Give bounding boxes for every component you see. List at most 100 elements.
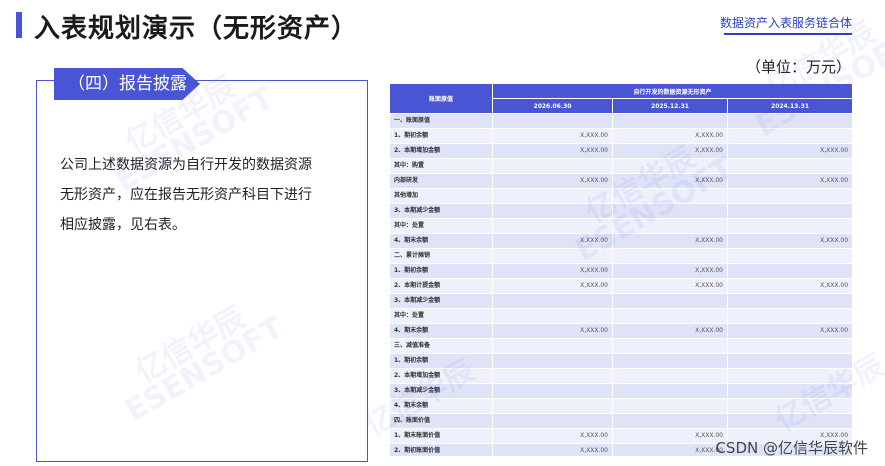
cell-value xyxy=(492,158,613,174)
cell-value xyxy=(612,308,728,324)
row-label: 其他增加 xyxy=(389,188,493,204)
cell-value xyxy=(612,398,728,414)
page-title: 入表规划演示（无形资产） xyxy=(34,14,359,44)
table-row: 内部研发 X,XXX.00 X,XXX.00 X,XXX.00 xyxy=(389,173,852,189)
row-label: 一、账面原值 xyxy=(389,113,493,129)
row-label: 2、期初账面价值 xyxy=(389,443,493,456)
cell-value xyxy=(612,158,728,174)
row-label: 3、本期减少金额 xyxy=(389,203,493,219)
paragraph-line: 无形资产，应在报告无形资产科目下进行 xyxy=(60,187,312,203)
cell-value xyxy=(612,203,728,219)
title-accent-bar xyxy=(16,12,22,38)
row-label: 二、累计摊销 xyxy=(389,248,493,264)
row-label: 1、期末账面价值 xyxy=(389,428,493,444)
cell-value xyxy=(612,218,728,234)
row-label: 其中：购置 xyxy=(389,158,493,174)
cell-value xyxy=(612,293,728,309)
cell-value: X,XXX.00 xyxy=(612,143,728,159)
row-label: 3、本期减少金额 xyxy=(389,293,493,309)
cell-value: X,XXX.00 xyxy=(492,443,613,456)
cell-value: X,XXX.00 xyxy=(492,323,613,339)
cell-value: X,XXX.00 xyxy=(492,143,613,159)
cell-value: X,XXX.00 xyxy=(492,278,613,294)
cell-value xyxy=(726,293,852,309)
brand-label: 数据资产入表服务链合体 xyxy=(719,16,852,30)
cell-value: X,XXX.00 xyxy=(612,173,728,189)
cell-value: X,XXX.00 xyxy=(492,263,613,279)
table-row: 2、本期计提金额 X,XXX.00 X,XXX.00 X,XXX.00 xyxy=(389,278,852,294)
table-row: 4、期末余额 X,XXX.00 X,XXX.00 X,XXX.00 xyxy=(389,233,852,249)
cell-value xyxy=(492,188,613,204)
column-header: 2026.06.30 xyxy=(492,98,613,114)
table-row: 1、期初余额 X,XXX.00 X,XXX.00 xyxy=(389,128,852,144)
cell-value: X,XXX.00 xyxy=(612,428,728,444)
table-row: 四、账面价值 xyxy=(389,413,852,429)
table-row: 二、累计摊销 xyxy=(389,248,852,264)
cell-value xyxy=(726,383,852,399)
paragraph-line: 公司上述数据资源为自行开发的数据资源 xyxy=(60,157,312,173)
cell-value xyxy=(726,368,852,384)
row-label: 其中：处置 xyxy=(389,218,493,234)
cell-value: X,XXX.00 xyxy=(726,323,852,339)
table-row: 三、减值准备 xyxy=(389,338,852,354)
row-label: 4、期末余额 xyxy=(389,323,493,339)
table-row: 3、本期减少金额 xyxy=(389,383,852,399)
row-label: 4、期末余额 xyxy=(389,233,493,249)
cell-value xyxy=(492,398,613,414)
row-label: 2、本期计提金额 xyxy=(389,278,493,294)
table-row: 其中：购置 xyxy=(389,158,852,174)
cell-value: X,XXX.00 xyxy=(612,128,728,144)
cell-value xyxy=(492,218,613,234)
disclosure-panel xyxy=(36,80,368,462)
cell-value xyxy=(726,188,852,204)
row-label: 内部研发 xyxy=(389,173,493,189)
column-header: 2024.13.31 xyxy=(726,98,852,114)
cell-value: X,XXX.00 xyxy=(492,233,613,249)
cell-value xyxy=(726,218,852,234)
table-row: 3、本期减少金额 xyxy=(389,293,852,309)
cell-value: X,XXX.00 xyxy=(492,128,613,144)
section-tag: （四）报告披露 xyxy=(54,68,200,100)
cell-value xyxy=(726,413,852,429)
cell-value xyxy=(612,368,728,384)
cell-value xyxy=(726,353,852,369)
table-row: 4、期末余额 X,XXX.00 X,XXX.00 X,XXX.00 xyxy=(389,323,852,339)
row-label: 2、本期增加金额 xyxy=(389,143,493,159)
cell-value xyxy=(492,368,613,384)
table-row: 其他增加 xyxy=(389,188,852,204)
cell-value xyxy=(492,383,613,399)
cell-value: X,XXX.00 xyxy=(612,443,728,456)
paragraph-line: 相应披露，见右表。 xyxy=(60,217,186,233)
cell-value xyxy=(612,248,728,264)
brand-underline xyxy=(724,33,852,35)
cell-value xyxy=(612,188,728,204)
csdn-credit: CSDN @亿信华辰软件 xyxy=(715,439,868,457)
cell-value xyxy=(726,398,852,414)
cell-value xyxy=(726,158,852,174)
cell-value xyxy=(492,113,613,129)
cell-value: X,XXX.00 xyxy=(612,263,728,279)
cell-value xyxy=(612,113,728,129)
cell-value: X,XXX.00 xyxy=(612,323,728,339)
disclosure-paragraph: 公司上述数据资源为自行开发的数据资源 无形资产，应在报告无形资产科目下进行 相应… xyxy=(60,150,340,240)
cell-value xyxy=(492,203,613,219)
row-label: 3、本期减少金额 xyxy=(389,383,493,399)
cell-value xyxy=(726,203,852,219)
row-label: 其中：处置 xyxy=(389,308,493,324)
cell-value: X,XXX.00 xyxy=(492,173,613,189)
cell-value xyxy=(492,308,613,324)
cell-value xyxy=(726,113,852,129)
cell-value xyxy=(492,248,613,264)
cell-value xyxy=(612,383,728,399)
table-row: 1、期初余额 xyxy=(389,353,852,369)
cell-value xyxy=(492,293,613,309)
cell-value: X,XXX.00 xyxy=(726,278,852,294)
cell-value: X,XXX.00 xyxy=(492,428,613,444)
table-row: 4、期末余额 xyxy=(389,398,852,414)
cell-value xyxy=(492,353,613,369)
cell-value xyxy=(492,413,613,429)
table-row: 一、账面原值 xyxy=(389,113,852,129)
cell-value xyxy=(726,338,852,354)
row-label: 4、期末余额 xyxy=(389,398,493,414)
cell-value xyxy=(726,263,852,279)
